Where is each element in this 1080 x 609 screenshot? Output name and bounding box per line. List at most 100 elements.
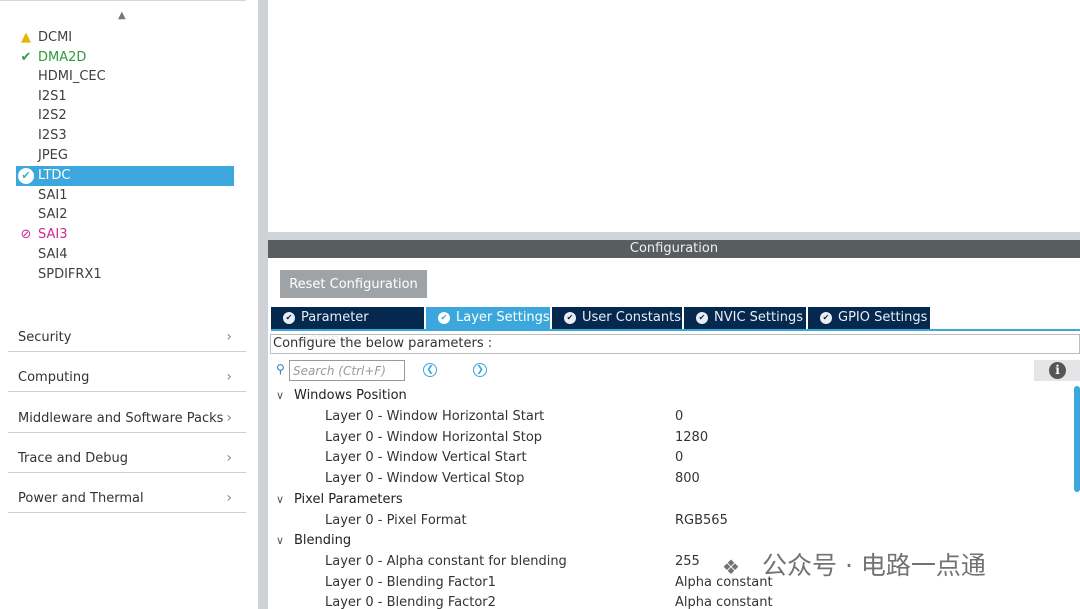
category-label: Power and Thermal — [18, 491, 144, 506]
group-blending[interactable]: ∨ Blending — [276, 531, 351, 551]
reset-configuration-button[interactable]: Reset Configuration — [280, 270, 427, 298]
info-button[interactable]: i — [1034, 360, 1080, 381]
scroll-up-arrow-icon[interactable]: ▲ — [118, 10, 126, 21]
chevron-right-icon: › — [226, 369, 232, 385]
wechat-icon: ❖ — [722, 555, 740, 579]
peripheral-item-i2s1[interactable]: I2S1 — [16, 87, 234, 107]
group-windows-position[interactable]: ∨ Windows Position — [276, 386, 407, 406]
peripheral-label: I2S1 — [38, 89, 67, 104]
param-value[interactable]: RGB565 — [675, 511, 728, 531]
param-name: Layer 0 - Window Horizontal Stop — [325, 430, 543, 445]
peripheral-item-ltdc[interactable]: ✔ LTDC — [16, 166, 234, 186]
tab-parameter-settings[interactable]: ✔ Parameter Settings — [271, 307, 426, 347]
tab-label: Layer Settings — [456, 310, 550, 325]
group-title: Pixel Parameters — [294, 492, 403, 507]
param-value[interactable]: 1280 — [675, 428, 708, 448]
chevron-right-icon: › — [226, 450, 232, 466]
param-row[interactable]: Layer 0 - Window Horizontal Start 0 — [325, 407, 1065, 427]
search-previous-icon[interactable]: ❮ — [423, 363, 437, 377]
param-row[interactable]: Layer 0 - Window Horizontal Stop 1280 — [325, 428, 1065, 448]
param-name: Layer 0 - Blending Factor2 — [325, 595, 496, 609]
prohibited-icon: ⊘ — [20, 227, 32, 242]
panel-splitter[interactable] — [268, 232, 1080, 240]
check-circle-icon: ✔ — [18, 166, 34, 186]
peripheral-item-dcmi[interactable]: ▲ DCMI — [16, 28, 234, 48]
category-middleware-and-software-packs[interactable]: Middleware and Software Packs › — [8, 393, 246, 433]
peripheral-item-sai1[interactable]: SAI1 — [16, 186, 234, 206]
check-circle-icon: ✔ — [283, 312, 295, 324]
info-icon: i — [1049, 362, 1066, 379]
param-value[interactable]: 0 — [675, 448, 683, 468]
config-description: Configure the below parameters : — [270, 334, 1080, 354]
peripheral-item-sai2[interactable]: SAI2 — [16, 205, 234, 225]
param-value[interactable]: 0 — [675, 407, 683, 427]
search-icon: ⚲ — [276, 362, 285, 376]
chevron-down-icon: ∨ — [276, 389, 285, 402]
check-circle-icon: ✔ — [820, 312, 832, 324]
peripheral-label: SAI3 — [38, 227, 68, 242]
category-trace-and-debug[interactable]: Trace and Debug › — [8, 433, 246, 473]
tab-nvic-settings[interactable]: ✔ NVIC Settings — [684, 307, 808, 329]
peripheral-item-sai4[interactable]: SAI4 — [16, 245, 234, 265]
sidebar-splitter[interactable] — [258, 0, 268, 609]
param-row[interactable]: Layer 0 - Pixel Format RGB565 — [325, 511, 1065, 531]
tab-layer-settings[interactable]: ✔ Layer Settings — [426, 307, 552, 329]
peripheral-label: DMA2D — [38, 50, 87, 65]
tab-label: NVIC Settings — [714, 310, 803, 325]
category-computing[interactable]: Computing › — [8, 352, 246, 392]
check-circle-icon: ✔ — [438, 312, 450, 324]
peripheral-item-dma2d[interactable]: ✔ DMA2D — [16, 48, 234, 68]
peripheral-label: I2S3 — [38, 128, 67, 143]
sidebar-top-divider — [0, 0, 246, 1]
param-value[interactable]: Alpha constant — [675, 593, 773, 609]
param-name: Layer 0 - Window Vertical Stop — [325, 471, 525, 486]
chevron-down-icon: ∨ — [276, 493, 285, 506]
group-title: Windows Position — [294, 388, 407, 403]
tab-label: User Constants — [582, 310, 681, 325]
check-circle-icon: ✔ — [564, 312, 576, 324]
peripheral-item-hdmi-cec[interactable]: HDMI_CEC — [16, 67, 234, 87]
tabs-underline — [271, 329, 1080, 331]
peripheral-label: SAI4 — [38, 247, 68, 262]
configuration-header: Configuration — [268, 240, 1080, 258]
category-label: Security — [18, 330, 72, 345]
chevron-down-icon: ∨ — [276, 534, 285, 547]
category-power-and-thermal[interactable]: Power and Thermal › — [8, 473, 246, 513]
vertical-scrollbar[interactable] — [1074, 386, 1080, 492]
param-row[interactable]: Layer 0 - Blending Factor2 Alpha constan… — [325, 593, 1065, 609]
watermark: ❖ 公众号 · 电路一点通 — [722, 548, 986, 584]
peripheral-label: DCMI — [38, 30, 73, 45]
watermark-text: 公众号 · 电路一点通 — [762, 551, 986, 580]
peripheral-label: I2S2 — [38, 108, 67, 123]
param-row[interactable]: Layer 0 - Window Vertical Start 0 — [325, 448, 1065, 468]
category-label: Trace and Debug — [18, 451, 128, 466]
peripheral-item-spdifrx1[interactable]: SPDIFRX1 — [16, 265, 234, 285]
category-label: Computing — [18, 370, 90, 385]
checkmark-icon: ✔ — [20, 50, 32, 65]
peripheral-label: SAI1 — [38, 188, 68, 203]
tab-user-constants[interactable]: ✔ User Constants — [552, 307, 684, 329]
peripheral-label: JPEG — [38, 148, 68, 163]
chevron-right-icon: › — [226, 410, 232, 426]
param-row[interactable]: Layer 0 - Window Vertical Stop 800 — [325, 469, 1065, 489]
param-value[interactable]: 800 — [675, 469, 700, 489]
peripheral-label: SPDIFRX1 — [38, 267, 102, 282]
param-name: Layer 0 - Pixel Format — [325, 513, 467, 528]
search-next-icon[interactable]: ❯ — [473, 363, 487, 377]
tab-gpio-settings[interactable]: ✔ GPIO Settings — [808, 307, 932, 329]
peripheral-label: LTDC — [38, 168, 71, 183]
warning-triangle-icon: ▲ — [21, 30, 31, 45]
peripheral-item-i2s2[interactable]: I2S2 — [16, 106, 234, 126]
category-security[interactable]: Security › — [8, 312, 246, 352]
search-input[interactable] — [289, 360, 405, 381]
peripheral-item-jpeg[interactable]: JPEG — [16, 146, 234, 166]
chevron-right-icon: › — [226, 490, 232, 506]
category-label: Middleware and Software Packs — [18, 411, 224, 426]
group-pixel-parameters[interactable]: ∨ Pixel Parameters — [276, 490, 403, 510]
peripheral-item-i2s3[interactable]: I2S3 — [16, 126, 234, 146]
group-title: Blending — [294, 533, 352, 548]
peripheral-item-sai3[interactable]: ⊘ SAI3 — [16, 225, 234, 245]
pinout-view-area — [268, 0, 1080, 232]
param-name: Layer 0 - Window Horizontal Start — [325, 409, 545, 424]
param-value[interactable]: 255 — [675, 552, 700, 572]
